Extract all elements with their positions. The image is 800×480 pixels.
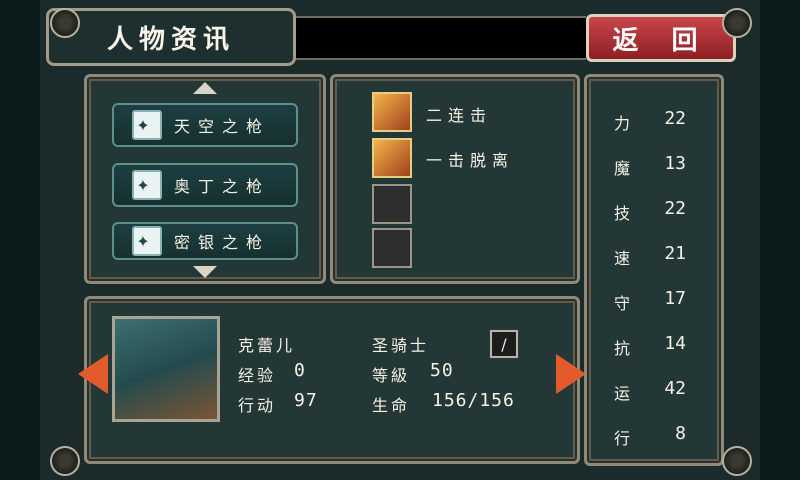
weapon-name: 密银之枪 xyxy=(174,233,271,252)
character-name: 克蕾儿 xyxy=(238,336,296,355)
stat-label: 守 xyxy=(614,294,631,313)
stat-value: 22 xyxy=(664,198,686,219)
stat-label: 技 xyxy=(614,204,631,223)
skill-name: 二连击 xyxy=(426,106,493,125)
back-button[interactable]: 返 回 xyxy=(586,14,736,62)
stat-label: 速 xyxy=(614,249,631,268)
corner-ornament xyxy=(50,8,80,38)
weapon-item[interactable]: ✦ 奥丁之枪 xyxy=(112,163,298,207)
next-character-arrow[interactable] xyxy=(556,354,586,394)
hit-and-away-icon[interactable] xyxy=(372,138,412,178)
corner-ornament xyxy=(50,446,80,476)
scroll-down-icon[interactable] xyxy=(193,266,217,278)
empty-skill-slot[interactable] xyxy=(372,184,412,224)
move-value: 97 xyxy=(294,390,318,411)
stat-value: 13 xyxy=(664,153,686,174)
stat-value: 21 xyxy=(664,243,686,264)
hp-value: 156/156 xyxy=(432,390,515,411)
lance-icon: / xyxy=(490,330,518,358)
weapon-name: 天空之枪 xyxy=(174,117,271,136)
stat-value: 8 xyxy=(675,423,686,444)
weapon-name: 奥丁之枪 xyxy=(174,177,271,196)
class-name: 圣骑士 xyxy=(372,336,430,355)
spear-icon: ✦ xyxy=(132,170,162,200)
stat-value: 22 xyxy=(664,108,686,129)
stat-label: 抗 xyxy=(614,339,631,358)
spear-icon: ✦ xyxy=(132,110,162,140)
exp-label: 经验 xyxy=(238,366,277,385)
title-bar xyxy=(296,16,586,60)
empty-skill-slot[interactable] xyxy=(372,228,412,268)
stat-label: 力 xyxy=(614,114,631,133)
scroll-up-icon[interactable] xyxy=(193,82,217,94)
previous-character-arrow[interactable] xyxy=(78,354,108,394)
skill-name: 一击脱离 xyxy=(426,151,515,170)
corner-ornament xyxy=(722,446,752,476)
stat-label: 魔 xyxy=(614,159,631,178)
stat-label: 运 xyxy=(614,384,631,403)
move-label: 行动 xyxy=(238,396,277,415)
weapon-item[interactable]: ✦ 天空之枪 xyxy=(112,103,298,147)
double-strike-icon[interactable] xyxy=(372,92,412,132)
stat-value: 14 xyxy=(664,333,686,354)
corner-ornament xyxy=(722,8,752,38)
stat-value: 17 xyxy=(664,288,686,309)
character-portrait xyxy=(112,316,220,422)
stat-value: 42 xyxy=(664,378,686,399)
stats-panel xyxy=(584,74,724,466)
page-title: 人物资讯 xyxy=(46,8,296,66)
hp-label: 生命 xyxy=(372,396,411,415)
level-label: 等級 xyxy=(372,366,411,385)
level-value: 50 xyxy=(430,360,454,381)
weapon-item[interactable]: ✦ 密银之枪 xyxy=(112,222,298,260)
stat-label: 行 xyxy=(614,429,631,448)
spear-icon: ✦ xyxy=(132,226,162,256)
exp-value: 0 xyxy=(294,360,306,381)
